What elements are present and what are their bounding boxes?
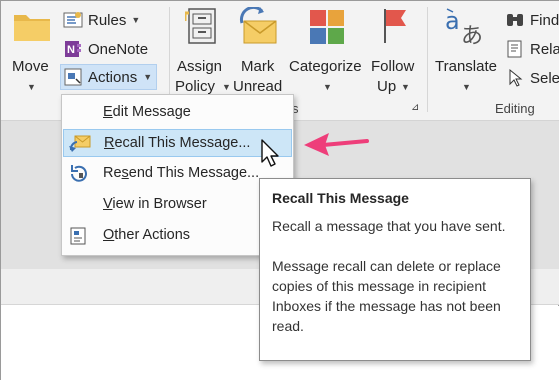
move-dropdown-caret: ▼	[27, 82, 36, 92]
ribbon-separator	[427, 7, 428, 112]
menu-item-label: Resend This Message...	[103, 165, 260, 181]
recall-tooltip: Recall This Message Recall a message tha…	[259, 178, 531, 361]
tags-group-launcher-icon[interactable]: ⊿	[411, 102, 419, 113]
menu-item-label: Recall This Message...	[104, 135, 251, 151]
onenote-button[interactable]: N OneNote	[63, 36, 148, 62]
folder-icon	[14, 15, 50, 41]
annotation-arrow-icon	[304, 133, 369, 156]
translate-icon: a あ	[445, 7, 483, 47]
translate-button[interactable]: a あ Translate ▼	[433, 5, 499, 97]
menu-item-label: View in Browser	[103, 196, 207, 212]
tooltip-title: Recall This Message	[272, 190, 409, 206]
menu-item-recall-message[interactable]: Recall This Message...	[63, 129, 292, 157]
translate-label: Translate	[435, 58, 497, 75]
follow-up-line2: Up	[377, 78, 397, 95]
menu-item-label: Edit Message	[103, 104, 191, 120]
move-label: Move	[12, 58, 49, 75]
flag-icon	[384, 9, 406, 43]
related-button[interactable]: Rela	[505, 36, 559, 62]
actions-dropdown-caret: ▼	[143, 72, 153, 82]
follow-up-button[interactable]: Follow Up ▼	[369, 5, 421, 97]
move-button[interactable]: Move ▼	[7, 5, 55, 93]
follow-up-dropdown-caret: ▼	[401, 82, 410, 92]
select-button[interactable]: Sele	[505, 65, 559, 91]
actions-label: Actions	[88, 68, 138, 86]
resend-icon	[71, 165, 87, 182]
menu-item-label: Other Actions	[103, 227, 191, 243]
follow-up-line1: Follow	[371, 58, 415, 75]
tooltip-description: Recall a message that you have sent.	[272, 218, 506, 234]
rules-label: Rules	[88, 11, 127, 29]
menu-item-resend-message[interactable]: Resend This Message...	[63, 160, 292, 188]
actions-icon	[64, 68, 82, 86]
actions-button[interactable]: Actions ▼	[60, 64, 157, 90]
mark-unread-button[interactable]: Mark Unread	[233, 5, 287, 97]
translate-dropdown-caret: ▼	[462, 82, 471, 92]
rules-dropdown-caret: ▼	[131, 15, 141, 25]
editing-group-label: Editing	[495, 101, 535, 116]
recall-envelope-icon	[69, 135, 91, 152]
onenote-label: OneNote	[88, 40, 149, 58]
binoculars-icon	[507, 14, 523, 26]
other-actions-icon	[70, 227, 86, 245]
select-label: Sele	[530, 69, 559, 87]
find-button[interactable]: Find	[505, 7, 559, 33]
categorize-dropdown-caret: ▼	[323, 82, 332, 92]
categorize-label: Categorize	[289, 58, 362, 75]
related-icon	[507, 40, 522, 58]
mark-unread-line1: Mark	[241, 58, 275, 75]
menu-item-other-actions[interactable]: Other Actions	[63, 222, 292, 250]
related-label: Rela	[530, 40, 559, 58]
menu-item-view-in-browser[interactable]: View in Browser	[63, 191, 292, 219]
svg-text:あ: あ	[461, 24, 483, 47]
menu-item-edit-message[interactable]: Edit Message	[63, 99, 292, 127]
tooltip-details: Message recall can delete or replace cop…	[272, 258, 501, 334]
svg-text:N: N	[67, 44, 75, 56]
rules-button[interactable]: Rules ▼	[63, 7, 140, 33]
categorize-button[interactable]: Categorize ▼	[289, 5, 365, 97]
assign-policy-line1: Assign	[177, 58, 223, 75]
envelope-unread-icon	[239, 7, 277, 44]
rules-icon	[63, 12, 83, 28]
onenote-icon: N	[65, 41, 81, 57]
assign-policy-button[interactable]: Assign Policy ▼	[173, 5, 231, 97]
categorize-icon	[310, 10, 344, 44]
find-label: Find	[530, 11, 559, 29]
mouse-pointer-icon	[261, 139, 279, 167]
select-cursor-icon	[509, 68, 523, 87]
policy-cabinet-icon	[185, 8, 216, 44]
